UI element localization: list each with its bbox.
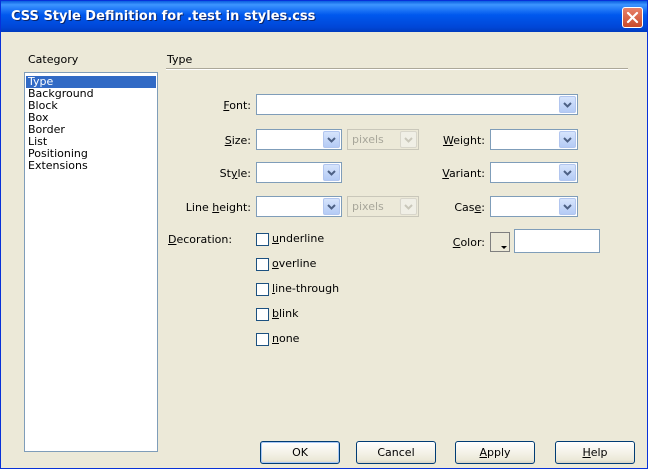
- overline-checkbox[interactable]: [256, 258, 269, 271]
- line-through-label[interactable]: line-through: [272, 282, 339, 295]
- line-height-select[interactable]: [256, 196, 342, 217]
- size-unit-dropdown-button: [400, 131, 417, 148]
- chevron-down-icon: [404, 137, 413, 143]
- category-heading: Category: [28, 53, 79, 66]
- cancel-button[interactable]: Cancel: [356, 441, 436, 464]
- line-height-label: Line height:: [185, 201, 251, 214]
- none-label[interactable]: none: [272, 332, 299, 345]
- chevron-down-icon: [327, 170, 336, 176]
- close-button[interactable]: [622, 7, 643, 28]
- blink-checkbox[interactable]: [256, 308, 269, 321]
- font-select[interactable]: [256, 94, 578, 115]
- style-label: Style:: [219, 167, 251, 180]
- line-height-unit-dropdown-button: [400, 198, 417, 215]
- weight-select[interactable]: [490, 129, 578, 150]
- help-button[interactable]: Help: [555, 441, 635, 464]
- font-dropdown-button[interactable]: [559, 96, 576, 113]
- size-unit-select: pixels: [347, 129, 419, 150]
- color-input[interactable]: [514, 229, 600, 253]
- blink-label[interactable]: blink: [272, 307, 298, 320]
- overline-label[interactable]: overline: [272, 257, 316, 270]
- window-title: CSS Style Definition for .test in styles…: [11, 9, 316, 24]
- font-label: Font:: [223, 99, 251, 112]
- chevron-down-icon: [404, 204, 413, 210]
- style-dropdown-button[interactable]: [323, 164, 340, 181]
- case-label: Case:: [454, 201, 485, 214]
- case-select[interactable]: [490, 196, 578, 217]
- chevron-down-icon: [563, 102, 572, 108]
- color-swatch-icon[interactable]: [490, 232, 510, 252]
- category-list[interactable]: Type Background Block Box Border List Po…: [24, 72, 158, 452]
- close-icon: [626, 11, 639, 24]
- chevron-down-icon: [563, 170, 572, 176]
- size-label: Size:: [224, 134, 251, 147]
- none-checkbox[interactable]: [256, 333, 269, 346]
- decoration-label: Decoration:: [168, 233, 233, 246]
- chevron-down-icon: [563, 204, 572, 210]
- apply-button[interactable]: Apply: [455, 441, 535, 464]
- variant-dropdown-button[interactable]: [559, 164, 576, 181]
- weight-dropdown-button[interactable]: [559, 131, 576, 148]
- panel-divider: [166, 68, 628, 70]
- line-height-dropdown-button[interactable]: [323, 198, 340, 215]
- panel-heading: Type: [167, 53, 193, 66]
- style-select[interactable]: [256, 162, 342, 183]
- chevron-down-icon: [327, 204, 336, 210]
- line-through-checkbox[interactable]: [256, 283, 269, 296]
- line-height-unit-select: pixels: [347, 196, 419, 217]
- ok-button[interactable]: OK: [260, 441, 340, 464]
- css-style-dialog: CSS Style Definition for .test in styles…: [0, 0, 648, 469]
- size-select[interactable]: [256, 129, 342, 150]
- category-item-extensions[interactable]: Extensions: [26, 160, 156, 172]
- size-dropdown-button[interactable]: [323, 131, 340, 148]
- underline-label[interactable]: underline: [272, 232, 324, 245]
- variant-select[interactable]: [490, 162, 578, 183]
- chevron-down-icon: [327, 137, 336, 143]
- chevron-down-icon: [563, 137, 572, 143]
- color-label: Color:: [452, 236, 485, 249]
- case-dropdown-button[interactable]: [559, 198, 576, 215]
- variant-label: Variant:: [442, 167, 485, 180]
- weight-label: Weight:: [442, 134, 485, 147]
- underline-checkbox[interactable]: [256, 233, 269, 246]
- title-bar: CSS Style Definition for .test in styles…: [1, 1, 647, 32]
